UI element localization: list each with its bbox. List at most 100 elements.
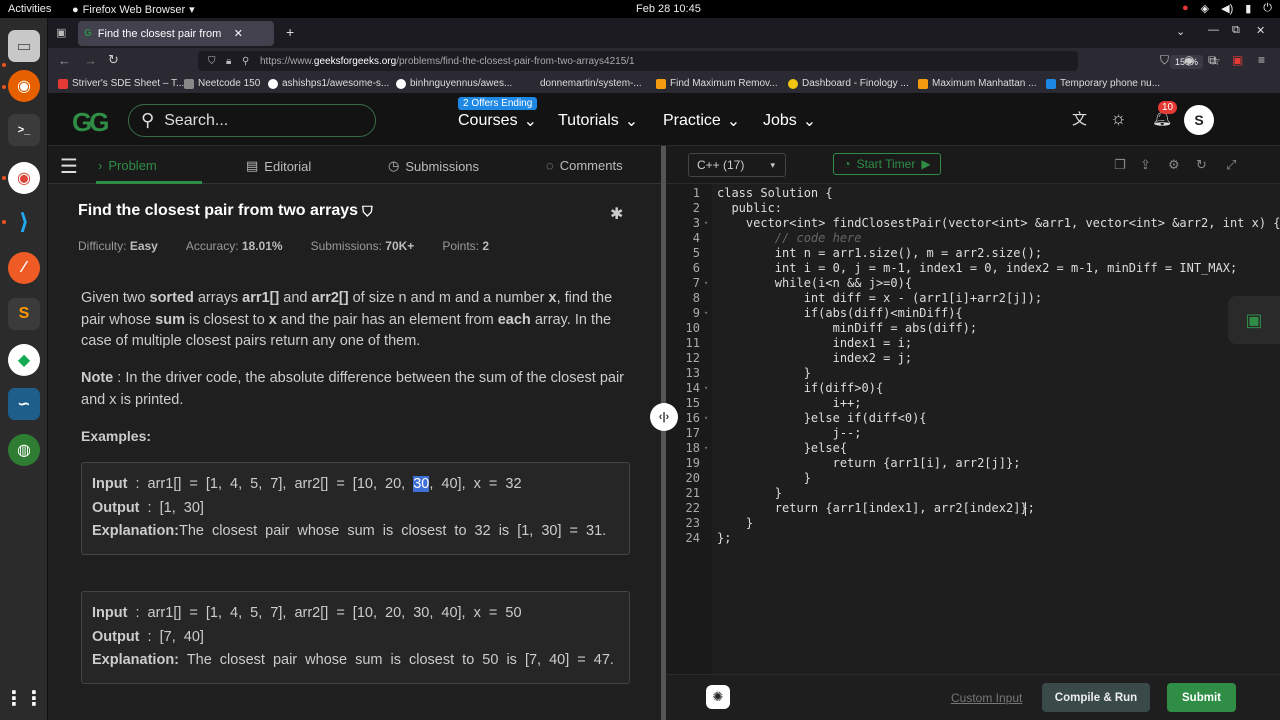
files-icon[interactable]: ▭ [8, 30, 40, 62]
menu-practice[interactable]: Practice ⌄ [663, 111, 740, 131]
problem-statement: Given two sorted arrays arr1[] and arr2[… [81, 290, 613, 349]
extensions-icon[interactable]: ⧉ [1208, 53, 1217, 68]
chevron-down-icon: ▾ [189, 4, 195, 16]
gfg-logo[interactable]: GG [72, 107, 109, 138]
restore-icon[interactable]: ⧉ [1232, 24, 1240, 37]
terminal-icon[interactable]: >_ [8, 114, 40, 146]
fold-icon[interactable]: ▾ [704, 279, 708, 287]
dock: ▭ ◉ >_ ◉ ⟩ ⁄ S ◆ ∽ ◍ ⋮⋮ [0, 18, 48, 720]
github-icon [268, 78, 278, 89]
upload-icon[interactable]: ⇪ [1140, 157, 1151, 173]
fold-icon[interactable]: ▾ [704, 219, 708, 227]
globe-icon[interactable]: ◍ [8, 434, 40, 466]
custom-input-link[interactable]: Custom Input [951, 691, 1022, 705]
language-select[interactable]: C++ (17) ▾ [688, 153, 786, 177]
settings-icon[interactable]: ⚙ [1168, 157, 1180, 173]
play-icon: ▶ [921, 157, 931, 171]
bookmarks-bar: Striver's SDE Sheet – T... Neetcode 150 … [48, 74, 1280, 94]
system-top-bar: Activities ● Firefox Web Browser ▾ Feb 28 … [0, 0, 1280, 18]
app-menu[interactable]: ● Firefox Web Browser ▾ [72, 3, 195, 17]
code-editor[interactable]: 1 2 3 ▾ 4 5 6 7 ▾ 8 9 ▾ 10 11 12 13 14 ▾ 15 16 ▾ 17 18 ▾ 19 20 21 2… [666, 184, 1280, 674]
tab-comments[interactable]: ◌ Comments [546, 158, 623, 173]
new-tab-icon[interactable]: + [286, 24, 294, 40]
bookmark-item[interactable]: ashishps1/awesome-s... [268, 78, 389, 89]
bookmark-item[interactable]: Striver's SDE Sheet – T... [58, 78, 184, 89]
url-bar[interactable]: ⛉ 🔒︎ ⚲ https://www. geeksforgeeks.org/pro… [198, 51, 1221, 71]
hamburger-icon[interactable]: ☰ [60, 154, 78, 179]
app-grid-icon[interactable]: ⋮⋮ [4, 682, 44, 714]
tab-submissions[interactable]: ◷ Submissions [388, 158, 479, 174]
report-bug-icon[interactable]: ✱ [610, 204, 623, 224]
tab-editorial[interactable]: ▤ Editorial [246, 158, 311, 174]
problem-panel: Find the closest pair from two arrays ⛉ ✱… [48, 184, 661, 720]
fold-icon[interactable]: ▾ [704, 384, 708, 392]
example-output: [1, 30] [159, 499, 204, 516]
pocket-icon[interactable]: ⛉ [1160, 53, 1169, 68]
fold-icon[interactable]: ▾ [704, 444, 708, 452]
search-input[interactable]: ⚲ Search... [128, 104, 376, 137]
sublime-icon[interactable]: S [8, 298, 40, 330]
mysql-workbench-icon[interactable]: ∽ [8, 388, 40, 420]
bookmark-favicon [184, 78, 194, 89]
code-line: public: [717, 201, 783, 215]
activities-button[interactable]: Activities [8, 3, 51, 15]
menu-jobs[interactable]: Jobs ⌄ [763, 111, 816, 131]
bookmark-item[interactable]: Neetcode 150 [184, 78, 260, 89]
menu-tutorials[interactable]: Tutorials ⌄ [558, 111, 638, 131]
fullscreen-icon[interactable]: ⤢ [1226, 157, 1236, 173]
offers-badge[interactable]: 2 Offers Ending [458, 97, 538, 110]
running-indicator [2, 85, 6, 89]
fold-icon[interactable]: ▾ [704, 414, 708, 422]
fold-icon[interactable]: ▾ [704, 309, 708, 317]
back-icon[interactable]: ← [58, 53, 71, 68]
chat-icon[interactable]: ▣ [1228, 296, 1280, 344]
system-tray[interactable]: ● ◈ ◀) ▮ ⏻ [1182, 2, 1272, 15]
avatar[interactable]: S [1184, 105, 1214, 135]
bookmark-item[interactable]: Temporary phone nu... [1046, 78, 1160, 89]
list-all-tabs-icon[interactable]: ⌄ [1176, 25, 1185, 38]
account-icon[interactable]: ◉ [1184, 53, 1194, 67]
bookmark-item[interactable]: Dashboard - Finology ... [788, 78, 909, 89]
close-tab-icon[interactable]: ✕ [234, 27, 243, 40]
tab-list-icon[interactable]: ▣ [56, 26, 66, 39]
firefox-icon[interactable]: ◉ [8, 70, 40, 102]
menu-courses[interactable]: Courses ⌄ [458, 111, 537, 131]
chevron-down-icon: ⌄ [523, 113, 537, 130]
points: Points: 2 [442, 239, 490, 253]
bookmark-item[interactable]: donnemartin/system-... [526, 78, 642, 89]
lightbulb-icon[interactable]: ✺ [706, 685, 730, 709]
reload-icon[interactable]: ↻ [108, 52, 119, 68]
search-placeholder: Search... [164, 111, 229, 129]
forward-icon[interactable]: → [84, 53, 97, 68]
line-number: 12 [685, 351, 700, 365]
minimize-icon[interactable]: — [1208, 24, 1219, 36]
difficulty: Difficulty: Easy [78, 239, 158, 253]
extension-icon[interactable]: ▣ [1232, 53, 1243, 67]
bookmark-item[interactable]: Find Maximum Remov... [656, 78, 778, 89]
submit-button[interactable]: Submit [1167, 683, 1236, 712]
examples-heading: Examples: [81, 428, 152, 444]
close-window-icon[interactable]: ✕ [1256, 24, 1265, 37]
resize-handle-icon[interactable]: ‹|› [650, 403, 678, 431]
theme-toggle-icon[interactable]: ☼ [1110, 108, 1127, 129]
line-number: 21 [685, 486, 700, 500]
start-timer-button[interactable]: ◔ Start Timer ▶ [833, 153, 941, 175]
chrome-icon[interactable]: ◉ [8, 162, 40, 194]
bookmark-item[interactable]: binhnguyennus/awes... [396, 78, 512, 89]
browser-tab[interactable]: G Find the closest pair from ✕ [78, 21, 274, 46]
tab-problem[interactable]: › Problem [98, 158, 157, 173]
copy-icon[interactable]: ❐ [1114, 157, 1126, 173]
bookmark-item[interactable]: Maximum Manhattan ... [918, 78, 1036, 89]
mongodb-icon[interactable]: ◆ [8, 344, 40, 376]
reset-icon[interactable]: ↻ [1196, 157, 1207, 173]
app-menu-icon[interactable]: ≡ [1258, 53, 1265, 67]
clock[interactable]: Feb 28 10:45 [636, 3, 701, 15]
compile-run-button[interactable]: Compile & Run [1042, 683, 1150, 712]
translate-icon[interactable]: 文 [1072, 108, 1087, 129]
code-line: } [717, 516, 754, 530]
vscode-icon[interactable]: ⟩ [8, 206, 40, 238]
code-line: index1 = i; [717, 336, 913, 350]
postman-icon[interactable]: ⁄ [8, 252, 40, 284]
volume-icon: ◀) [1221, 3, 1234, 15]
bookmark-icon[interactable]: ⛉ [362, 203, 373, 220]
